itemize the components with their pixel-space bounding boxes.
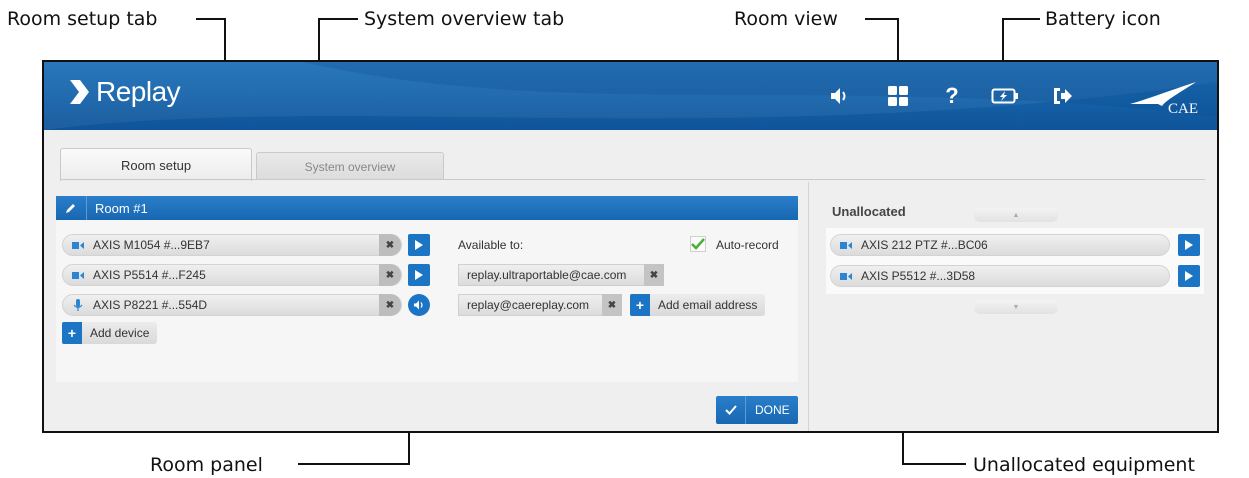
done-label: DONE — [755, 403, 790, 417]
play-button[interactable] — [1178, 234, 1200, 256]
battery-icon[interactable] — [991, 82, 1019, 110]
device-name: AXIS 212 PTZ #...BC06 — [861, 238, 988, 252]
play-button[interactable] — [1178, 265, 1200, 287]
email-address: replay@caereplay.com — [467, 298, 590, 312]
callout-system-overview-tab: System overview tab — [364, 8, 565, 30]
scroll-up-button[interactable]: ▲ — [974, 208, 1058, 222]
audio-button[interactable] — [408, 294, 430, 316]
tab-room-setup[interactable]: Room setup — [60, 148, 252, 181]
unallocated-device-row[interactable]: AXIS P5512 #...3D58 — [830, 265, 1170, 287]
panel-divider — [808, 182, 809, 431]
tab-system-overview[interactable]: System overview — [256, 152, 444, 180]
email-address: replay.ultraportable@cae.com — [467, 268, 627, 282]
callout-room-view: Room view — [734, 8, 838, 30]
device-row[interactable]: AXIS P5514 #...F245 ✖ — [62, 264, 402, 286]
add-device-label: Add device — [82, 322, 158, 344]
device-row[interactable]: AXIS P8221 #...554D ✖ — [62, 294, 402, 316]
play-button[interactable] — [408, 264, 430, 286]
play-button[interactable] — [408, 234, 430, 256]
callout-room-setup-tab: Room setup tab — [7, 8, 158, 30]
camera-icon — [831, 272, 861, 281]
plus-icon: + — [630, 294, 650, 316]
cae-text: CAE — [1168, 101, 1198, 117]
auto-record-checkbox[interactable] — [690, 236, 706, 252]
remove-device-button[interactable]: ✖ — [379, 264, 401, 286]
device-name: AXIS P8221 #...554D — [93, 298, 208, 312]
room-panel: Room #1 AXIS M1054 #...9EB7 ✖ AXIS P5514… — [56, 196, 798, 382]
callout-unallocated-equipment: Unallocated equipment — [973, 454, 1195, 476]
help-icon[interactable]: ? — [938, 82, 966, 110]
done-button[interactable]: DONE — [716, 396, 798, 424]
unallocated-list: AXIS 212 PTZ #...BC06 AXIS P5512 #...3D5… — [826, 228, 1204, 294]
device-name: AXIS M1054 #...9EB7 — [93, 238, 210, 252]
add-email-button[interactable]: + Add email address — [630, 294, 766, 316]
replay-logo: Replay — [68, 76, 181, 108]
replay-app-window: Replay ? CAE Room setup System overview — [42, 60, 1219, 433]
camera-icon — [63, 271, 93, 280]
available-to-label: Available to: — [458, 238, 524, 252]
cae-logo: CAE — [1126, 80, 1202, 118]
app-header: Replay ? CAE — [44, 62, 1217, 130]
logo-text: Replay — [96, 76, 181, 107]
device-row[interactable]: AXIS M1054 #...9EB7 ✖ — [62, 234, 402, 256]
unallocated-device-row[interactable]: AXIS 212 PTZ #...BC06 — [830, 234, 1170, 256]
remove-device-button[interactable]: ✖ — [379, 294, 401, 316]
email-chip: replay.ultraportable@cae.com ✖ — [458, 264, 664, 286]
remove-email-button[interactable]: ✖ — [602, 294, 622, 316]
tab-divider — [60, 179, 1205, 180]
camera-icon — [63, 241, 93, 250]
volume-icon[interactable] — [826, 82, 854, 110]
remove-device-button[interactable]: ✖ — [379, 234, 401, 256]
email-chip: replay@caereplay.com ✖ — [458, 294, 622, 316]
header-wave-decoration — [44, 62, 1217, 130]
logout-icon[interactable] — [1048, 82, 1076, 110]
check-icon — [716, 396, 746, 424]
room-header: Room #1 — [56, 196, 798, 220]
callout-battery-icon: Battery icon — [1045, 8, 1161, 30]
microphone-icon — [63, 298, 93, 312]
unallocated-title: Unallocated — [832, 204, 906, 219]
camera-icon — [831, 241, 861, 250]
edit-pencil-icon[interactable] — [56, 202, 86, 214]
callout-room-panel: Room panel — [150, 454, 263, 476]
device-name: AXIS P5512 #...3D58 — [861, 269, 976, 283]
plus-icon: + — [62, 322, 82, 344]
auto-record-label: Auto-record — [716, 238, 779, 252]
replay-chevron-icon — [70, 80, 89, 104]
header-separator — [86, 196, 87, 220]
room-title: Room #1 — [95, 200, 148, 216]
remove-email-button[interactable]: ✖ — [644, 264, 664, 286]
scroll-down-button[interactable]: ▼ — [974, 300, 1058, 314]
add-device-button[interactable]: + Add device — [62, 322, 158, 344]
add-email-label: Add email address — [650, 294, 766, 316]
room-view-icon[interactable] — [884, 82, 912, 110]
device-name: AXIS P5514 #...F245 — [93, 268, 206, 282]
